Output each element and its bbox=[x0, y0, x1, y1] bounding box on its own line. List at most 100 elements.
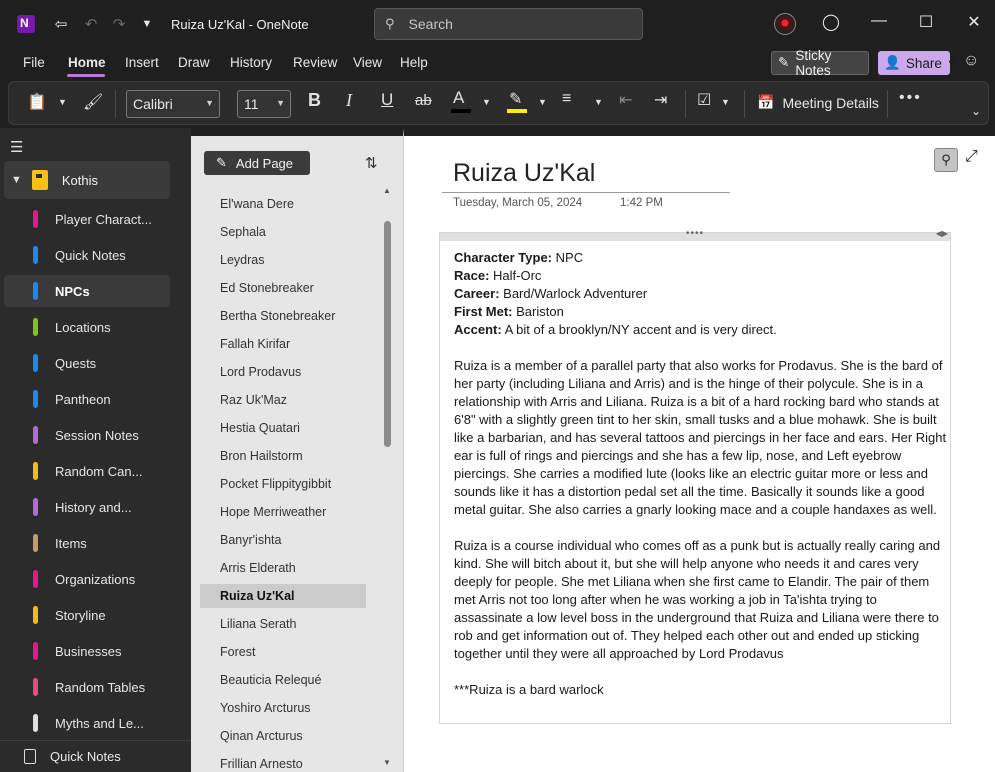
close-icon[interactable]: ✕ bbox=[963, 12, 985, 32]
menu-view[interactable]: View bbox=[353, 55, 382, 70]
italic-icon[interactable]: I bbox=[346, 90, 352, 111]
tag-icon[interactable]: ☑ bbox=[697, 90, 711, 110]
fullscreen-icon[interactable]: ⤢ bbox=[965, 148, 978, 166]
page-list-item[interactable]: Leydras bbox=[200, 248, 366, 272]
page-list-item[interactable]: El'wana Dere bbox=[200, 192, 366, 216]
scroll-up-icon[interactable]: ▲ bbox=[383, 186, 391, 195]
feedback-person-icon[interactable]: ☺ bbox=[963, 52, 979, 70]
notebook-selector[interactable]: ▼ Kothis bbox=[4, 161, 170, 199]
menu-draw[interactable]: Draw bbox=[178, 55, 210, 70]
redo-icon[interactable]: ↷ bbox=[105, 10, 133, 38]
page-list-item[interactable]: Lord Prodavus bbox=[200, 360, 366, 384]
menu-file[interactable]: File bbox=[23, 55, 45, 70]
section-item[interactable]: Session Notes bbox=[4, 419, 170, 451]
resize-handle-icon[interactable]: ◀▶ bbox=[936, 229, 948, 238]
page-list-item[interactable]: Ed Stonebreaker bbox=[200, 276, 366, 300]
section-item[interactable]: Businesses bbox=[4, 635, 170, 667]
page-list-item[interactable]: Banyr'ishta bbox=[200, 528, 366, 552]
avatar[interactable] bbox=[774, 13, 796, 35]
paste-icon[interactable]: 📋 bbox=[27, 92, 47, 112]
menu-home[interactable]: Home bbox=[68, 55, 106, 70]
maximize-icon[interactable]: ☐ bbox=[915, 12, 937, 32]
lightbulb-icon[interactable]: ◯ bbox=[822, 12, 840, 32]
page-list-item[interactable]: Bron Hailstorm bbox=[200, 444, 366, 468]
font-size-select[interactable]: 11 ▼ bbox=[237, 90, 291, 118]
menu-help[interactable]: Help bbox=[400, 55, 428, 70]
page-title[interactable]: Ruiza Uz'Kal bbox=[453, 159, 595, 188]
page-list-item[interactable]: Beauticia Relequé bbox=[200, 668, 366, 692]
underline-icon[interactable]: U bbox=[381, 90, 393, 110]
chevron-down-icon: ▼ bbox=[205, 98, 214, 108]
sticky-notes-button[interactable]: ✎ Sticky Notes bbox=[771, 48, 869, 78]
bold-icon[interactable]: B bbox=[308, 90, 321, 111]
page-list-pane: ✎ Add Page ⇅ El'wana Dere Sephala Leydras E… bbox=[191, 128, 403, 772]
customize-toolbar-icon[interactable]: ▼ bbox=[133, 10, 161, 38]
page-list-item[interactable]: Arris Elderath bbox=[200, 556, 366, 580]
hamburger-icon[interactable]: ☰ bbox=[10, 138, 23, 156]
back-icon[interactable]: ⇦ bbox=[47, 10, 75, 38]
page-list-item[interactable]: Hestia Quatari bbox=[200, 416, 366, 440]
page-list-item[interactable]: Qinan Arcturus bbox=[200, 724, 366, 748]
ribbon-expand-icon[interactable]: ⌄ bbox=[971, 104, 981, 118]
section-label: Locations bbox=[55, 319, 111, 335]
page-list-item[interactable]: Liliana Serath bbox=[200, 612, 366, 636]
page-list-item[interactable]: Fallah Kirifar bbox=[200, 332, 366, 356]
tag-chevron-icon[interactable]: ▼ bbox=[721, 97, 730, 107]
menu-insert[interactable]: Insert bbox=[125, 55, 159, 70]
note-container-handle[interactable]: •••• ◀▶ bbox=[440, 228, 950, 241]
section-color-tab bbox=[33, 606, 38, 624]
section-item[interactable]: Myths and Le... bbox=[4, 707, 170, 739]
section-item[interactable]: Organizations bbox=[4, 563, 170, 595]
font-family-select[interactable]: Calibri ▼ bbox=[126, 90, 220, 118]
section-item[interactable]: Random Tables bbox=[4, 671, 170, 703]
page-list-item[interactable]: Hope Merriweather bbox=[200, 500, 366, 524]
font-color-icon[interactable]: A bbox=[453, 88, 464, 108]
section-item[interactable]: NPCs bbox=[4, 275, 170, 307]
zoom-search-icon[interactable]: ⚲ bbox=[934, 148, 958, 172]
share-button[interactable]: 👤 Share ▼ bbox=[878, 51, 956, 75]
minimize-icon[interactable]: — bbox=[868, 12, 890, 30]
drag-handle-icon[interactable]: •••• bbox=[686, 228, 704, 239]
add-page-button[interactable]: ✎ Add Page bbox=[204, 151, 310, 175]
meeting-details-button[interactable]: 📅 Meeting Details bbox=[757, 94, 879, 111]
strikethrough-icon[interactable]: ab bbox=[415, 92, 432, 109]
section-item[interactable]: Storyline bbox=[4, 599, 170, 631]
scroll-down-icon[interactable]: ▼ bbox=[383, 758, 391, 767]
decrease-indent-icon[interactable]: ⇤ bbox=[619, 90, 632, 110]
section-item[interactable]: Player Charact... bbox=[4, 203, 170, 235]
font-color-chevron-icon[interactable]: ▼ bbox=[482, 97, 491, 107]
more-options-icon[interactable]: ••• bbox=[899, 89, 922, 107]
section-item[interactable]: Pantheon bbox=[4, 383, 170, 415]
page-list-scrollbar[interactable] bbox=[384, 221, 391, 447]
highlighter-icon[interactable]: ✎ bbox=[509, 89, 522, 109]
page-list-item[interactable]: Pocket Flippitygibbit bbox=[200, 472, 366, 496]
page-list-item[interactable]: Ruiza Uz'Kal bbox=[200, 584, 366, 608]
sort-icon[interactable]: ⇅ bbox=[365, 154, 378, 172]
section-item[interactable]: Locations bbox=[4, 311, 170, 343]
paste-chevron-icon[interactable]: ▼ bbox=[58, 97, 67, 107]
note-container[interactable]: •••• ◀▶ Character Type: NPC Race: Half-Or… bbox=[439, 228, 951, 724]
highlight-chevron-icon[interactable]: ▼ bbox=[538, 97, 547, 107]
search-input[interactable]: ⚲ Search bbox=[374, 8, 643, 40]
quick-notes-button[interactable]: Quick Notes bbox=[0, 740, 191, 772]
section-item[interactable]: Quick Notes bbox=[4, 239, 170, 271]
page-list-item[interactable]: Bertha Stonebreaker bbox=[200, 304, 366, 328]
menu-history[interactable]: History bbox=[230, 55, 272, 70]
section-item[interactable]: History and... bbox=[4, 491, 170, 523]
format-painter-icon[interactable]: 🖌 bbox=[83, 92, 103, 112]
bullets-icon[interactable]: ≡ bbox=[562, 90, 571, 108]
page-list-item[interactable]: Raz Uk'Maz bbox=[200, 388, 366, 412]
page-list-item[interactable]: Yoshiro Arcturus bbox=[200, 696, 366, 720]
page-list-item[interactable]: Forest bbox=[200, 640, 366, 664]
note-text[interactable]: Character Type: NPC Race: Half-Orc Career:… bbox=[454, 249, 948, 699]
section-item[interactable]: Random Can... bbox=[4, 455, 170, 487]
page-canvas[interactable]: ⚲ ⤢ Ruiza Uz'Kal Tuesday, March 05, 2024… bbox=[403, 128, 995, 772]
increase-indent-icon[interactable]: ⇥ bbox=[654, 90, 667, 110]
section-item[interactable]: Items bbox=[4, 527, 170, 559]
section-item[interactable]: Quests bbox=[4, 347, 170, 379]
page-list-item[interactable]: Sephala bbox=[200, 220, 366, 244]
menu-review[interactable]: Review bbox=[293, 55, 337, 70]
undo-icon[interactable]: ↶ bbox=[77, 10, 105, 38]
page-list-item[interactable]: Frillian Arnesto bbox=[200, 752, 366, 772]
bullets-chevron-icon[interactable]: ▼ bbox=[594, 97, 603, 107]
